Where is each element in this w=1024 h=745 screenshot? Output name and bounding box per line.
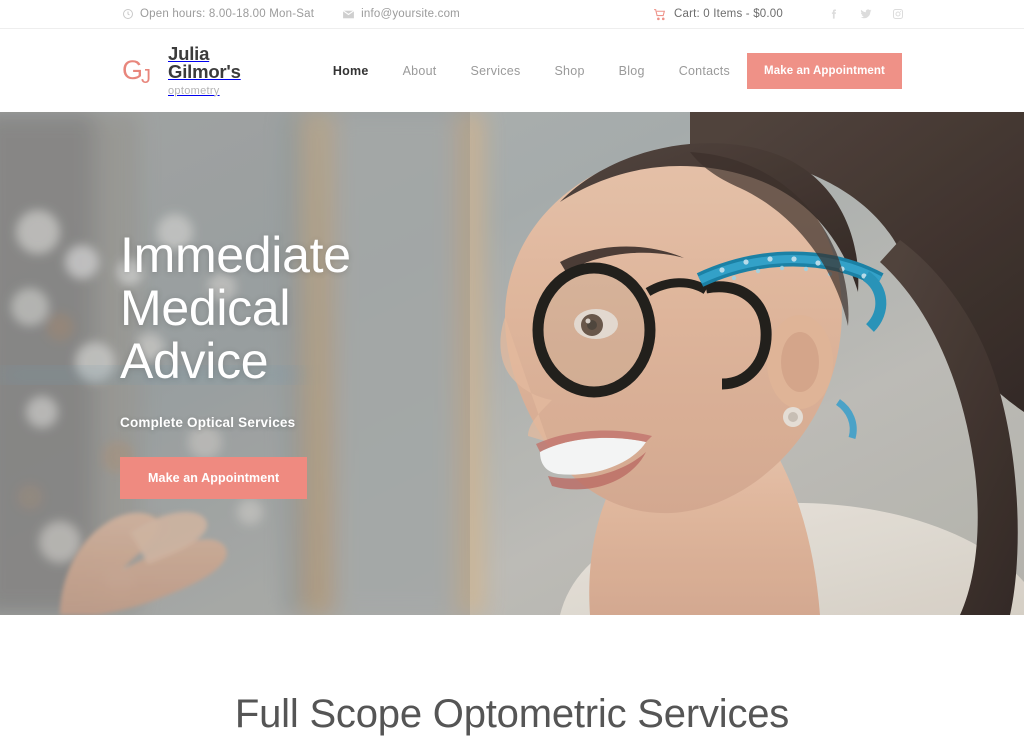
hero-make-appointment-button[interactable]: Make an Appointment xyxy=(120,456,308,499)
svg-text:J: J xyxy=(141,66,151,88)
hero-heading: Immediate Medical Advice xyxy=(120,226,1024,389)
hero-content: Immediate Medical Advice Complete Optica… xyxy=(0,112,1024,615)
utility-top-bar: Open hours: 8.00-18.00 Mon-Sat info@your… xyxy=(0,0,1024,29)
brand-tagline: optometry xyxy=(168,84,220,97)
header-make-appointment-button[interactable]: Make an Appointment xyxy=(747,52,902,89)
nav-item-services[interactable]: Services xyxy=(454,64,538,78)
brand-text-block: Julia Gilmor's optometry xyxy=(168,42,256,97)
clock-icon xyxy=(122,8,134,20)
envelope-icon xyxy=(342,8,355,21)
open-hours-text: Open hours: 8.00-18.00 Mon-Sat xyxy=(140,8,315,20)
nav-item-about[interactable]: About xyxy=(386,64,454,78)
instagram-icon[interactable] xyxy=(891,8,904,21)
nav-item-blog[interactable]: Blog xyxy=(602,64,662,78)
hero-subheading: Complete Optical Services xyxy=(120,414,296,430)
facebook-icon[interactable] xyxy=(827,8,840,21)
twitter-icon[interactable] xyxy=(859,8,872,21)
services-section: Full Scope Optometric Services xyxy=(0,615,1024,745)
hero-heading-line-2: Medical xyxy=(120,279,291,336)
open-hours-info: Open hours: 8.00-18.00 Mon-Sat xyxy=(122,8,314,20)
hero-heading-line-3: Advice xyxy=(120,332,269,389)
hero-banner: Immediate Medical Advice Complete Optica… xyxy=(0,112,1024,615)
main-navigation: Home About Services Shop Blog Contacts xyxy=(316,64,747,78)
cart-summary[interactable]: Cart: 0 Items - $0.00 xyxy=(653,8,783,21)
hero-heading-line-1: Immediate xyxy=(120,226,351,283)
cart-label: Cart: 0 Items - $0.00 xyxy=(673,8,783,20)
brand-name: Julia Gilmor's xyxy=(168,42,241,82)
svg-text:G: G xyxy=(122,55,143,85)
nav-item-home[interactable]: Home xyxy=(316,64,386,78)
brand-logo[interactable]: G J Julia Gilmor's optometry xyxy=(122,42,256,97)
services-section-title: Full Scope Optometric Services xyxy=(234,692,790,736)
email-info[interactable]: info@yoursite.com xyxy=(342,8,460,21)
topbar-right-group: Cart: 0 Items - $0.00 xyxy=(653,8,904,21)
email-text: info@yoursite.com xyxy=(361,8,460,20)
gj-monogram-logo: G J xyxy=(122,52,158,90)
nav-item-contacts[interactable]: Contacts xyxy=(662,64,747,78)
topbar-left-group: Open hours: 8.00-18.00 Mon-Sat info@your… xyxy=(122,8,653,21)
social-links xyxy=(827,8,904,21)
site-header: G J Julia Gilmor's optometry Home About … xyxy=(0,29,1024,112)
shopping-cart-icon xyxy=(653,8,667,21)
nav-item-shop[interactable]: Shop xyxy=(537,64,601,78)
